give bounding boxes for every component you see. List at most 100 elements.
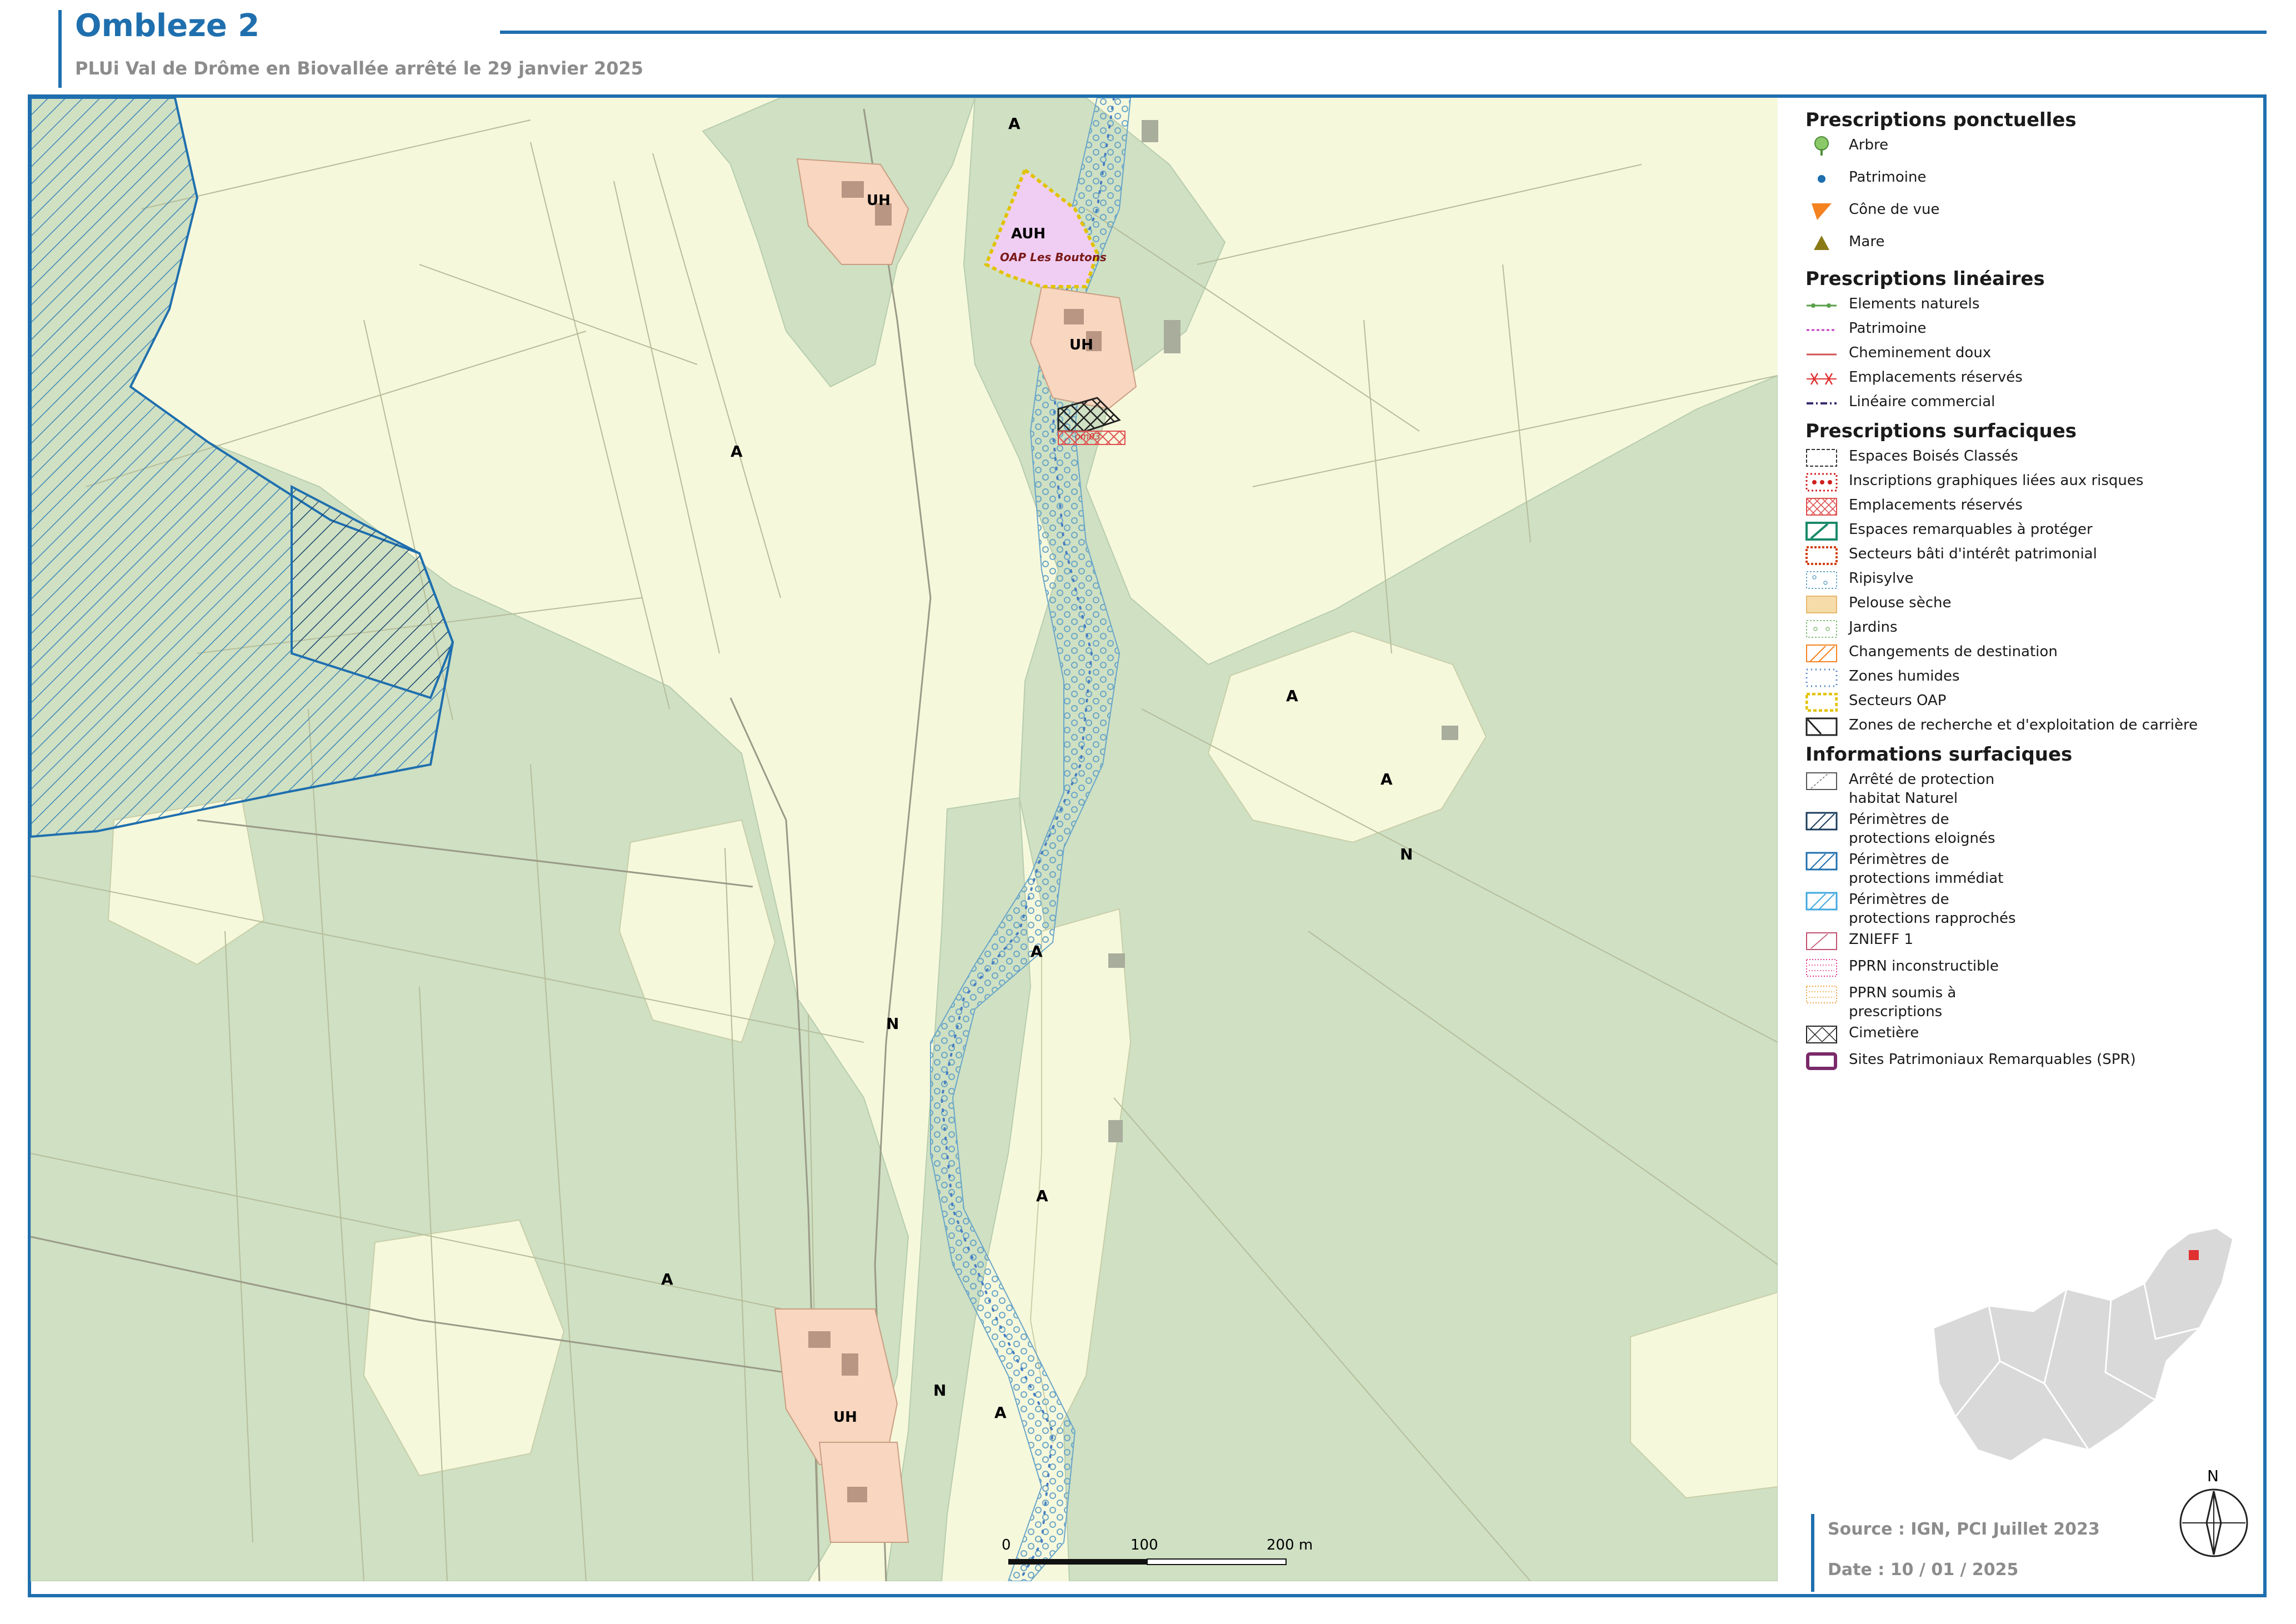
risk-swatch [1805,471,1838,493]
zone-label: N [933,1381,947,1400]
zone-label: A [1031,942,1043,961]
zone-label: A [994,1403,1007,1422]
legend-item: Sites Patrimoniaux Remarquables (SPR) [1805,1050,2255,1075]
legend-item: Patrimoine [1805,168,2255,200]
legend-item: PPRN soumis à prescriptions [1805,983,2255,1021]
legend-item: Secteurs bâti d'intérêt patrimonial [1805,544,2255,569]
compass-icon [2179,1488,2248,1557]
commercial-line-icon [1805,392,1838,414]
soft-path-line-icon [1805,343,1838,366]
quarry-swatch [1805,716,1838,738]
date-text: Date : 10 / 01 / 2025 [1828,1560,2019,1580]
pprn-prescriptions-swatch [1805,983,1838,1006]
locator-marker [2189,1250,2199,1260]
protection-perimeter-outer [31,98,454,838]
map-svg [31,98,1778,1581]
legend-section-title: Prescriptions ponctuelles [1805,109,2077,131]
scale-bar [1008,1558,1287,1565]
wetland-swatch [1805,667,1838,689]
legend-item: Périmètres de protections eloignés [1805,810,2255,848]
remarkable-space-swatch [1805,520,1838,542]
legend-section-title: Prescriptions surfaciques [1805,420,2077,442]
view-cone-icon [1805,200,1838,222]
legend-item: Changements de destination [1805,642,2255,667]
tree-icon [1805,136,1838,158]
legend-item: Emplacements réservés [1805,368,2255,392]
change-destination-swatch [1805,642,1838,664]
legend-item: PPRN inconstructible [1805,957,2255,981]
zone-label: N [886,1015,899,1033]
spr-swatch [1805,1050,1838,1072]
oap-sector-swatch [1805,691,1838,713]
zone-label: A [1380,770,1393,788]
legend-item: Inscriptions graphiques liées aux risque… [1805,471,2255,496]
legend-item: ZNIEFF 1 [1805,930,2255,955]
legend-item: Cheminement doux [1805,343,2255,368]
legend-item: Cône de vue [1805,200,2255,232]
zone-label: N [1400,845,1413,863]
legend: Prescriptions ponctuelles Arbre Patrimoi… [1800,106,2255,1077]
heritage-line-icon [1805,319,1838,341]
zone-label: A [661,1270,673,1288]
zone-label: A [1036,1187,1048,1205]
immediate-protection-swatch [1805,850,1838,872]
north-label: N [2207,1467,2219,1485]
legend-item: Espaces remarquables à protéger [1805,520,2255,544]
zone-label: A [1286,687,1298,705]
map-canvas[interactable]: A A A A A A A A N N N UH UH UH AUH OAP L… [31,98,1778,1581]
oap-label: OAP Les Boutons [1000,251,1107,264]
legend-item: Zones de recherche et d'exploitation de … [1805,716,2255,740]
reserved-area-swatch [1805,496,1838,518]
page-subtitle: PLUi Val de Drôme en Biovallée arrêté le… [75,58,644,79]
source-accent-bar [1811,1514,1814,1592]
legend-item: Secteurs OAP [1805,691,2255,716]
legend-item: Périmètres de protections immédiat [1805,850,2255,888]
legend-item: Cimetière [1805,1023,2255,1048]
page-title: Ombleze 2 [75,8,260,44]
zone-label: UH [867,192,891,209]
scale-mid: 100 [1131,1537,1158,1553]
north-arrow: N [2178,1467,2250,1561]
natural-zones [31,98,1778,1581]
habitat-protection-swatch [1805,770,1838,792]
legend-item: Périmètres de protections rapprochés [1805,890,2255,928]
legend-item: Emplacements réservés [1805,496,2255,520]
header-accent-bar [58,10,62,88]
legend-section-title: Informations surfaciques [1805,743,2073,766]
pond-triangle-icon [1805,232,1838,254]
scale-zero: 0 [1002,1537,1011,1553]
natural-elements-line-icon [1805,294,1838,317]
legend-item: Arbre [1805,136,2255,168]
legend-item: Patrimoine [1805,319,2255,343]
legend-item: Jardins [1805,618,2255,642]
distant-protection-swatch [1805,810,1838,832]
legend-item: Espaces Boisés Classés [1805,447,2255,471]
legend-item: Arrêté de protection habitat Naturel [1805,770,2255,808]
reserved-line-icon [1805,368,1838,390]
legend-item: Linéaire commercial [1805,392,2255,417]
gardens-swatch [1805,618,1838,640]
zone-label: UH [833,1409,857,1426]
scale-end: 200 m [1267,1537,1313,1553]
classified-woodland-swatch [1805,447,1838,469]
legend-section-title: Prescriptions linéaires [1805,268,2045,290]
dry-lawn-swatch [1805,593,1838,616]
zone-label: UH [1069,337,1093,353]
heritage-built-swatch [1805,544,1838,567]
reserved-label: om03 [1075,431,1101,442]
legend-item: Mare [1805,232,2255,264]
cemetery-swatch [1805,1023,1838,1046]
legend-item: Elements naturels [1805,294,2255,319]
header-rule [500,31,2267,34]
zone-label: A [1008,114,1021,133]
close-protection-swatch [1805,890,1838,912]
zone-label: A [731,442,743,461]
legend-item: Ripisylve [1805,569,2255,593]
ripisylve-swatch [1805,569,1838,591]
source-text: Source : IGN, PCI Juillet 2023 [1828,1520,2100,1539]
pprn-unbuildable-swatch [1805,957,1838,979]
heritage-dot-icon [1805,168,1838,190]
legend-item: Pelouse sèche [1805,593,2255,618]
zone-label: AUH [1011,226,1046,242]
znieff-swatch [1805,930,1838,952]
